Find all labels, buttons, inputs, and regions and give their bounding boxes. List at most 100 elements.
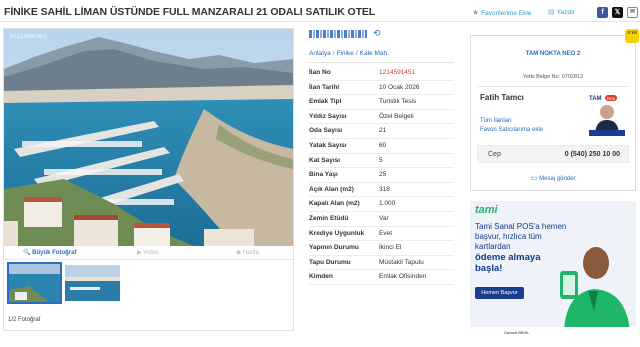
detail-row: İlan Tarihi 10 Ocak 2026 bbox=[309, 81, 454, 96]
breadcrumb-district[interactable]: Finike bbox=[337, 50, 354, 57]
detail-value: 1214591451 bbox=[379, 69, 416, 76]
detail-key: Zemin Etüdü bbox=[309, 214, 349, 222]
map-button[interactable]: ◉ Harita bbox=[236, 249, 259, 256]
detail-value: İkinci El bbox=[379, 244, 402, 252]
detail-row: Bina Yaşı 25 bbox=[309, 168, 454, 183]
breadcrumb: Antalya / Finike / Kale Mah. bbox=[309, 50, 389, 57]
detail-row: Yatak Sayısı 60 bbox=[309, 139, 454, 154]
logo-brand: Neo bbox=[607, 96, 616, 101]
divider bbox=[309, 62, 454, 63]
membership-badge: 3 Yıl bbox=[625, 29, 639, 43]
detail-row: Kapalı Alan (m2) 1.000 bbox=[309, 197, 454, 212]
detail-key: Oda Sayısı bbox=[309, 127, 343, 135]
print-label: Yazdır bbox=[556, 9, 575, 16]
send-message-label: Mesaj gönder bbox=[539, 176, 576, 182]
divider bbox=[477, 86, 629, 87]
mail-icon[interactable]: ✉ bbox=[627, 7, 638, 18]
detail-key: İlan No bbox=[309, 69, 331, 76]
main-photo[interactable]: #1214591451 bbox=[4, 29, 293, 246]
detail-row: Emlak Tipi Turistik Tesis bbox=[309, 95, 454, 110]
detail-value: Müstakil Tapulu bbox=[379, 258, 424, 266]
print-button[interactable]: ▤ Yazdır bbox=[548, 8, 575, 16]
detail-value: 25 bbox=[379, 171, 387, 179]
phone-label: Cep bbox=[488, 151, 501, 158]
star-icon: ★ bbox=[472, 8, 480, 17]
big-photo-button[interactable]: 🔍 Büyük Fotoğraf bbox=[23, 249, 76, 256]
detail-row: Açık Alan (m2) 318 bbox=[309, 183, 454, 198]
detail-value: Turistik Tesis bbox=[379, 98, 417, 106]
detail-key: İlan Tarihi bbox=[309, 83, 340, 91]
detail-value: 10 Ocak 2026 bbox=[379, 83, 420, 91]
message-icon: ▭ bbox=[530, 175, 538, 182]
detail-row: Kat Sayısı 5 bbox=[309, 154, 454, 169]
detail-key: Kimden bbox=[309, 273, 333, 281]
seller-logo: TAM Neo bbox=[585, 92, 629, 136]
listing-title: FİNİKE SAHİL LİMAN ÜSTÜNDE FULL MANZARAL… bbox=[4, 6, 376, 18]
breadcrumb-city[interactable]: Antalya bbox=[309, 50, 331, 57]
seller-company[interactable]: TAM NOKTA NEO 2 bbox=[471, 51, 635, 57]
detail-key: Yapının Durumu bbox=[309, 244, 359, 252]
detail-row: Oda Sayısı 21 bbox=[309, 124, 454, 139]
thumbnail-strip bbox=[4, 262, 293, 308]
detail-value: Var bbox=[379, 214, 389, 222]
seller-certificate: Yetki Belge No: 0702813 bbox=[522, 74, 584, 80]
seller-card: TAM NOKTA NEO 2 Yetki Belge No: 0702813 … bbox=[470, 35, 636, 191]
phone-number[interactable]: 0 (540) 250 10 00 bbox=[565, 151, 620, 158]
phone-box[interactable]: Cep 0 (540) 250 10 00 bbox=[477, 145, 629, 163]
ad-line1: Tami Sanal POS'a hemen başvur, hızlıca t… bbox=[475, 222, 567, 251]
detail-value: 21 bbox=[379, 127, 387, 135]
detail-key: Kat Sayısı bbox=[309, 156, 341, 164]
title-bar: FİNİKE SAHİL LİMAN ÜSTÜNDE FULL MANZARAL… bbox=[4, 5, 638, 21]
detail-key: Tapu Durumu bbox=[309, 258, 351, 266]
facebook-icon[interactable]: f bbox=[597, 7, 608, 18]
photo-gallery: #1214591451 🔍 Büyük Fotoğraf ▶ Video ◉ H… bbox=[3, 28, 294, 331]
detail-row: Yapının Durumu İkinci El bbox=[309, 241, 454, 256]
favorite-seller-link[interactable]: Favori Satıcılarıma ekle bbox=[480, 127, 543, 133]
detail-key: Bina Yaşı bbox=[309, 171, 338, 179]
detail-value: 1.000 bbox=[379, 200, 396, 208]
thumbnail[interactable] bbox=[65, 265, 120, 301]
detail-value: Emlak Ofisinden bbox=[379, 273, 427, 281]
detail-row: Zemin Etüdü Var bbox=[309, 212, 454, 227]
detail-value: 318 bbox=[379, 185, 390, 193]
map-label: Harita bbox=[242, 250, 259, 256]
detail-key: Krediye Uygunluk bbox=[309, 229, 365, 237]
advertisement-banner[interactable]: tami Tami Sanal POS'a hemen başvur, hızl… bbox=[470, 201, 636, 337]
ad-logo: tami bbox=[475, 204, 498, 216]
detail-row: İlan No 1214591451 bbox=[309, 66, 454, 81]
detail-row: Yıldız Sayısı Özel Belgeli bbox=[309, 110, 454, 125]
detail-row: Tapu Durumu Müstakil Tapulu bbox=[309, 256, 454, 271]
detail-value: 5 bbox=[379, 156, 383, 164]
video-button[interactable]: ▶ Video bbox=[137, 249, 159, 256]
thumbnail[interactable] bbox=[7, 262, 62, 304]
add-favorite-label: Favorilerime Ekle bbox=[481, 10, 532, 17]
all-listings-link[interactable]: Tüm İlanları bbox=[480, 118, 543, 124]
add-favorite-button[interactable]: ★ Favorilerime Ekle bbox=[472, 8, 531, 17]
logo-text: TAM bbox=[589, 96, 602, 102]
photo-counter: 1/2 Fotoğraf bbox=[8, 317, 41, 323]
gallery-toolbar: 🔍 Büyük Fotoğraf ▶ Video ◉ Harita bbox=[4, 246, 293, 260]
ad-headline: ödeme almaya başla! bbox=[475, 252, 541, 274]
detail-row: Kimden Emlak Ofisinden bbox=[309, 270, 454, 285]
detail-value: Evet bbox=[379, 229, 393, 237]
detail-row: Krediye Uygunluk Evet bbox=[309, 227, 454, 242]
ad-apply-button[interactable]: Hemen Başvur bbox=[475, 287, 524, 299]
breadcrumb-neighborhood[interactable]: Kale Mah. bbox=[360, 50, 389, 57]
history-icon[interactable]: ⟲ bbox=[373, 28, 381, 39]
video-label: Video bbox=[143, 250, 159, 256]
big-photo-label: Büyük Fotoğraf bbox=[32, 250, 77, 256]
seller-links: Tüm İlanları Favori Satıcılarıma ekle bbox=[480, 118, 543, 136]
send-message-button[interactable]: ▭ Mesaj gönder bbox=[471, 174, 635, 182]
details-table: İlan No 1214591451 İlan Tarihi 10 Ocak 2026… bbox=[309, 66, 454, 285]
print-icon: ▤ bbox=[548, 9, 555, 16]
divider bbox=[0, 21, 640, 22]
detail-value: Özel Belgeli bbox=[379, 112, 414, 120]
detail-key: Emlak Tipi bbox=[309, 98, 342, 106]
photo-id: #1214591451 bbox=[10, 34, 47, 40]
seller-name: Fatih Tamcı bbox=[480, 93, 524, 102]
x-icon[interactable]: 𝕏 bbox=[612, 7, 623, 18]
detail-key: Yıldız Sayısı bbox=[309, 112, 347, 120]
price-masked bbox=[309, 30, 367, 38]
ad-illustration bbox=[560, 247, 630, 331]
detail-key: Kapalı Alan (m2) bbox=[309, 200, 360, 208]
